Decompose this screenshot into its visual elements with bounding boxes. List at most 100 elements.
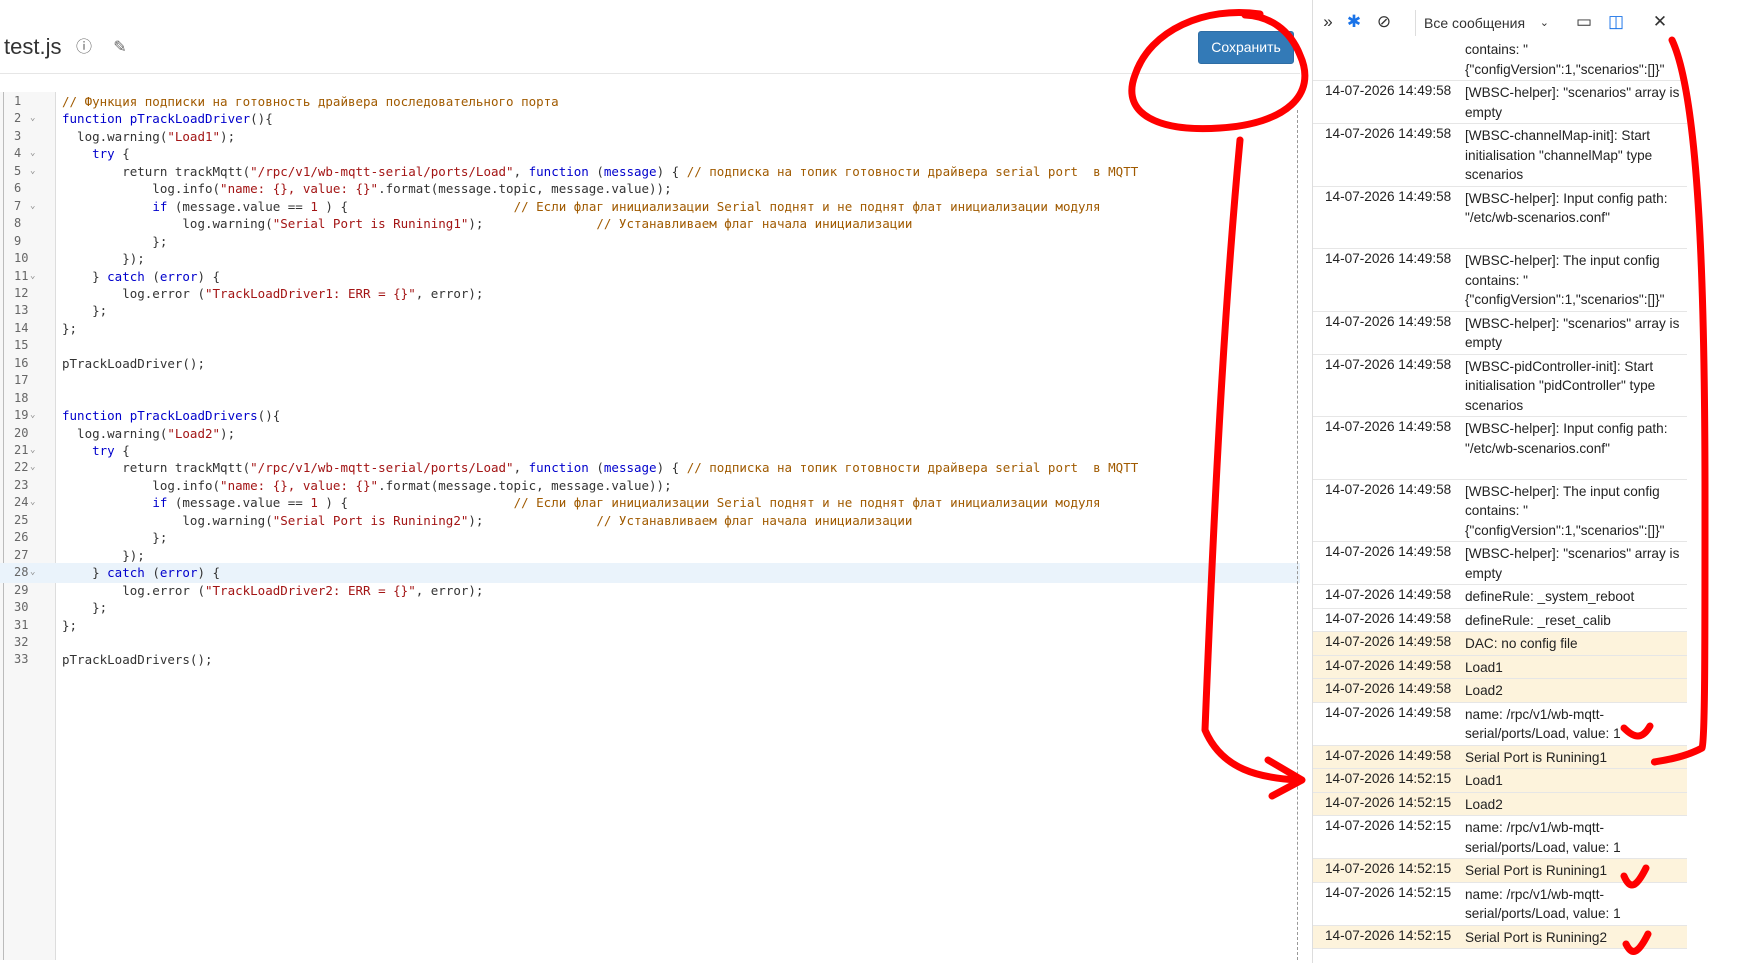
log-timestamp: 14-07-2026 14:52:15 — [1325, 818, 1452, 833]
code-token: }; — [62, 303, 108, 319]
log-entry: 14-07-2026 14:49:58 [WBSC-pidController-i… — [1313, 355, 1687, 417]
log-entry: 14-07-2026 14:49:58 Load2 — [1313, 679, 1687, 703]
log-entry: 14-07-2026 14:52:15 Serial Port is Runini… — [1313, 859, 1687, 883]
log-timestamp: 14-07-2026 14:49:58 — [1325, 356, 1452, 372]
dock-right-icon[interactable]: ◫ — [1605, 11, 1627, 33]
log-message: Load2 — [1465, 683, 1503, 698]
code-token: // Устанавливаем флаг начала инициализац… — [483, 512, 913, 528]
clear-icon[interactable]: ⊘ — [1373, 11, 1395, 33]
code-token: function — [528, 460, 589, 476]
log-message: [WBSC-helper]: "scenarios" array is empt… — [1465, 85, 1680, 120]
code-token: ) { — [197, 268, 221, 284]
code-line: 33 pTrackLoadDrivers(); — [0, 650, 1300, 670]
log-message: [WBSC-pidController-init]: Start initial… — [1465, 358, 1656, 413]
log-entry: 14-07-2026 14:49:58 Load1 — [1313, 655, 1687, 679]
code-token: // Если флаг инициализации Serial поднят… — [348, 495, 1101, 511]
file-title: test.js — [4, 34, 62, 59]
code-token: }; — [62, 600, 108, 616]
log-message: [WBSC-helper]: Input config path: "/etc/… — [1465, 421, 1668, 456]
code-token: , — [513, 460, 529, 476]
code-token: ); — [468, 216, 484, 232]
close-icon[interactable]: ✕ — [1649, 11, 1671, 33]
log-message: [WBSC-helper]: The input config contains… — [1465, 483, 1665, 538]
code-token: , error); — [415, 285, 484, 301]
code-token: "Load1" — [167, 128, 221, 144]
editor-header: test.js ⓘ ✎ Сохранить — [0, 0, 1300, 80]
log-entry: 14-07-2026 14:49:58 defineRule: _reset_ca… — [1313, 609, 1687, 632]
log-entry: 14-07-2026 14:49:58 [WBSC-helper]: Input … — [1313, 417, 1687, 480]
log-message: [WBSC-helper]: "scenarios" array is empt… — [1465, 315, 1680, 351]
save-button[interactable]: Сохранить — [1198, 31, 1294, 64]
level-filter-select[interactable]: Все сообщения ⌄ — [1415, 10, 1557, 36]
code-token: ) { — [317, 198, 349, 214]
code-token: // Если флаг инициализации Serial поднят… — [348, 198, 1101, 214]
dock-bottom-icon[interactable]: ▭ — [1573, 11, 1595, 33]
log-entry: 14-07-2026 14:49:58 [WBSC-helper]: "scena… — [1313, 542, 1687, 585]
bug-icon[interactable]: ✱ — [1343, 11, 1365, 33]
code-token: "/rpc/v1/wb-mqtt-serial/ports/Load" — [250, 163, 514, 179]
code-token: function — [528, 163, 589, 179]
code-token: pTrackLoadDriver — [129, 111, 251, 127]
log-entry: 14-07-2026 14:52:15 Serial Port is Runini… — [1313, 925, 1687, 949]
code-token: } — [62, 565, 108, 581]
log-message: Serial Port is Runining2 — [1465, 929, 1608, 945]
code-token: return trackMqtt( — [62, 163, 251, 179]
code-token: ) { — [656, 460, 687, 476]
log-timestamp: 14-07-2026 14:49:58 — [1325, 126, 1452, 141]
log-entry: 14-07-2026 14:49:58 [WBSC-helper]: Input … — [1313, 187, 1687, 249]
code-token: "Serial Port is Runining1" — [272, 216, 469, 232]
log-entry: 14-07-2026 14:49:58 [WBSC-helper]: The in… — [1313, 249, 1687, 312]
header-divider — [0, 73, 1300, 74]
code-token: "Load2" — [167, 425, 221, 441]
code-token: function — [62, 408, 130, 424]
panel-splitter[interactable] — [1297, 110, 1299, 960]
log-message: Load2 — [1465, 796, 1503, 812]
code-token: }); — [62, 251, 145, 267]
log-timestamp: 14-07-2026 14:49:58 — [1325, 610, 1452, 626]
log-entry: 14-07-2026 14:49:58 defineRule: _system_r… — [1313, 585, 1687, 609]
code-token: , error); — [415, 582, 484, 598]
log-entry: 14-07-2026 14:49:58 [WBSC-helper]: "scena… — [1313, 81, 1687, 124]
code-editor[interactable]: 1 // Функция подписки на готовность драйв… — [0, 92, 1300, 960]
log-message: name: /rpc/v1/wb-mqtt-serial/ports/Load,… — [1465, 706, 1621, 742]
edit-icon[interactable]: ✎ — [110, 38, 130, 58]
code-token: 1 — [310, 495, 318, 511]
code-token: // Устанавливаем флаг начала инициализац… — [483, 216, 913, 232]
log-timestamp: 14-07-2026 14:52:15 — [1325, 771, 1452, 786]
code-token: message — [603, 460, 657, 476]
code-token: if — [152, 198, 168, 214]
reload-annotation-text: перезагрузка — [1734, 70, 1759, 620]
code-token: catch — [107, 565, 145, 581]
expand-icon[interactable]: » — [1317, 11, 1339, 33]
log-timestamp: 14-07-2026 14:49:58 — [1325, 313, 1452, 329]
code-token: }; — [62, 233, 168, 249]
info-icon[interactable]: ⓘ — [74, 38, 94, 58]
log-entry: 14-07-2026 14:49:58 DAC: no config file — [1313, 632, 1687, 656]
line-number: 33 — [14, 652, 29, 667]
code-token: { — [114, 146, 130, 162]
code-token: try — [92, 443, 115, 458]
log-timestamp: 14-07-2026 14:49:58 — [1325, 83, 1452, 98]
log-timestamp: 14-07-2026 14:52:15 — [1325, 884, 1452, 900]
code-token: log.info( — [62, 477, 221, 493]
code-token: message — [603, 163, 657, 179]
code-token: ) { — [317, 495, 349, 511]
code-token: // Функция подписки на готовность драйве… — [62, 94, 559, 109]
log-message: Load1 — [1465, 659, 1503, 675]
log-message: [WBSC-channelMap-init]: Start initialisa… — [1465, 128, 1653, 182]
code-token: ( — [588, 163, 604, 179]
code-token: "/rpc/v1/wb-mqtt-serial/ports/Load" — [250, 460, 514, 476]
log-message: Serial Port is Runining1 — [1465, 863, 1608, 878]
code-token: log.error ( — [62, 285, 205, 301]
code-token: 1 — [310, 198, 318, 214]
code-token: }; — [62, 320, 78, 336]
log-message: [WBSC-helper]: The input config contains… — [1465, 253, 1665, 307]
code-token: .format(message.topic, message.value)); — [378, 181, 672, 197]
log-entry: 14-07-2026 14:52:15 name: /rpc/v1/wb-mqtt… — [1313, 883, 1687, 926]
log-timestamp: 14-07-2026 14:49:58 — [1325, 481, 1452, 497]
code-token: }; — [62, 617, 78, 633]
code-token: "TrackLoadDriver2: ERR = {}" — [205, 582, 416, 598]
log-entry: 14-07-2026 14:49:58 [WBSC-helper]: The in… — [1313, 480, 1687, 542]
code-token: log.warning( — [62, 512, 273, 528]
